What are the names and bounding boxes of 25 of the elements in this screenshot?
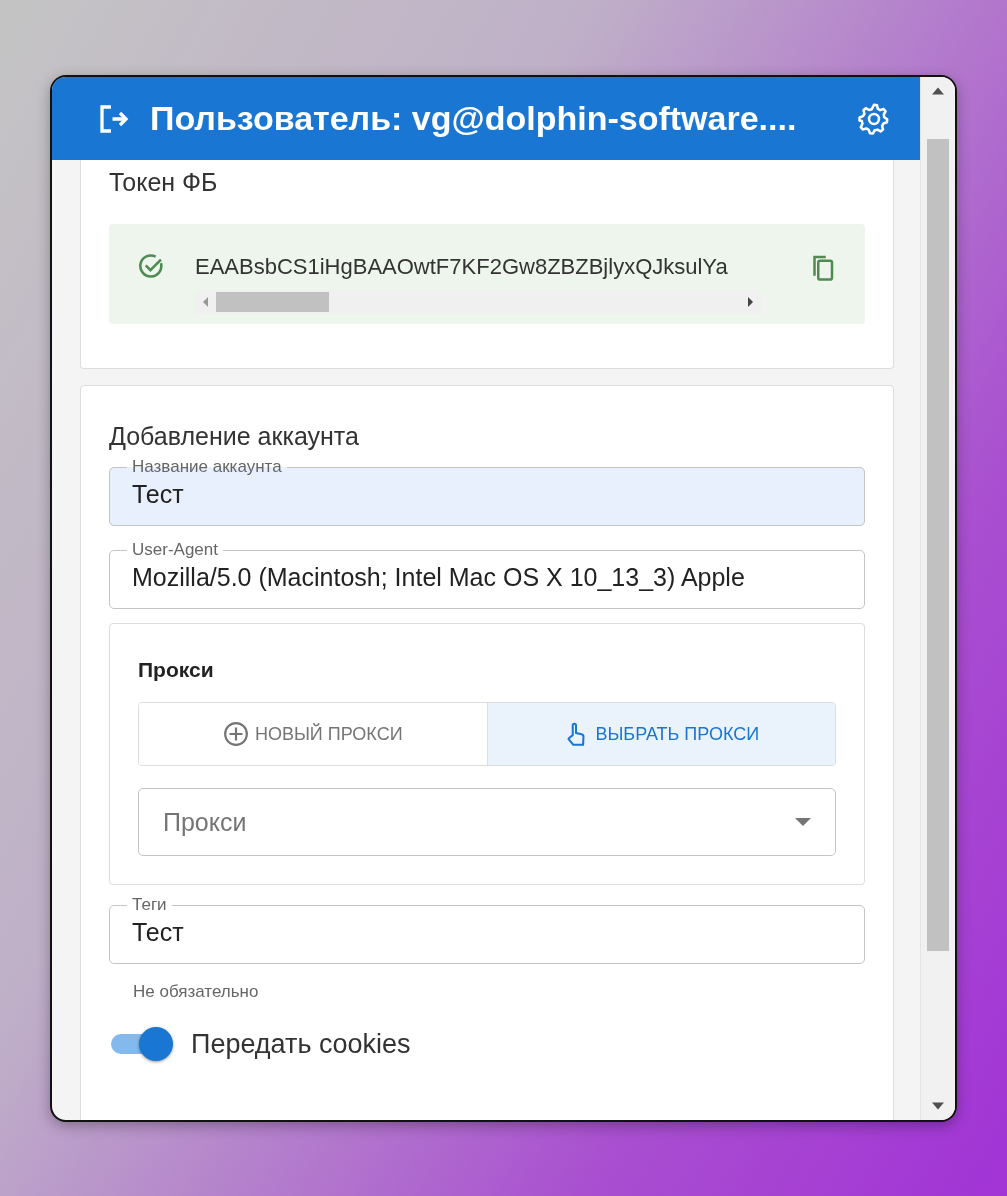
field-label: Теги xyxy=(131,895,168,915)
field-label: Название аккаунта xyxy=(131,457,283,477)
proxy-mode-tab[interactable]: ВЫБРАТЬ ПРОКСИ xyxy=(486,703,836,765)
section-heading: Добавление аккаунта xyxy=(109,422,360,451)
plus-circle-icon xyxy=(222,721,249,747)
text-field[interactable]: Название аккаунта Тест xyxy=(109,457,866,526)
text-field[interactable]: User-Agent Mozilla/5.0 (Macintosh; Intel Mac OS X 10_13_3) Apple xyxy=(109,540,866,609)
section-heading: Токен ФБ xyxy=(109,167,219,198)
text-input[interactable]: Тест xyxy=(132,915,843,949)
header-title: Пользователь: vg@dolphin-software.... xyxy=(150,99,798,138)
toggle-switch[interactable] xyxy=(109,1026,175,1062)
scroll-up-icon[interactable] xyxy=(932,87,944,95)
text-input[interactable]: Тест xyxy=(132,477,843,511)
text-field[interactable]: Теги Тест xyxy=(109,895,866,964)
token-value: EAABsbCS1iHgBAAOwtF7KF2Gw8ZBZBjlyxQJksulYa xyxy=(195,253,729,281)
proxy-heading: Прокси xyxy=(138,658,215,682)
helper-text: Не обязательно xyxy=(132,981,260,1003)
field-label: User-Agent xyxy=(131,540,219,560)
text-input[interactable]: Mozilla/5.0 (Macintosh; Intel Mac OS X 10_13_3) Apple xyxy=(132,560,843,594)
vertical-scrollbar[interactable] xyxy=(920,77,955,1120)
switch-label: Передать cookies xyxy=(191,1028,411,1060)
scroll-down-icon[interactable] xyxy=(932,1102,944,1110)
horizontal-scrollbar[interactable] xyxy=(195,290,761,314)
proxy-select[interactable]: Прокси xyxy=(138,788,837,856)
caret-icon xyxy=(795,818,812,826)
